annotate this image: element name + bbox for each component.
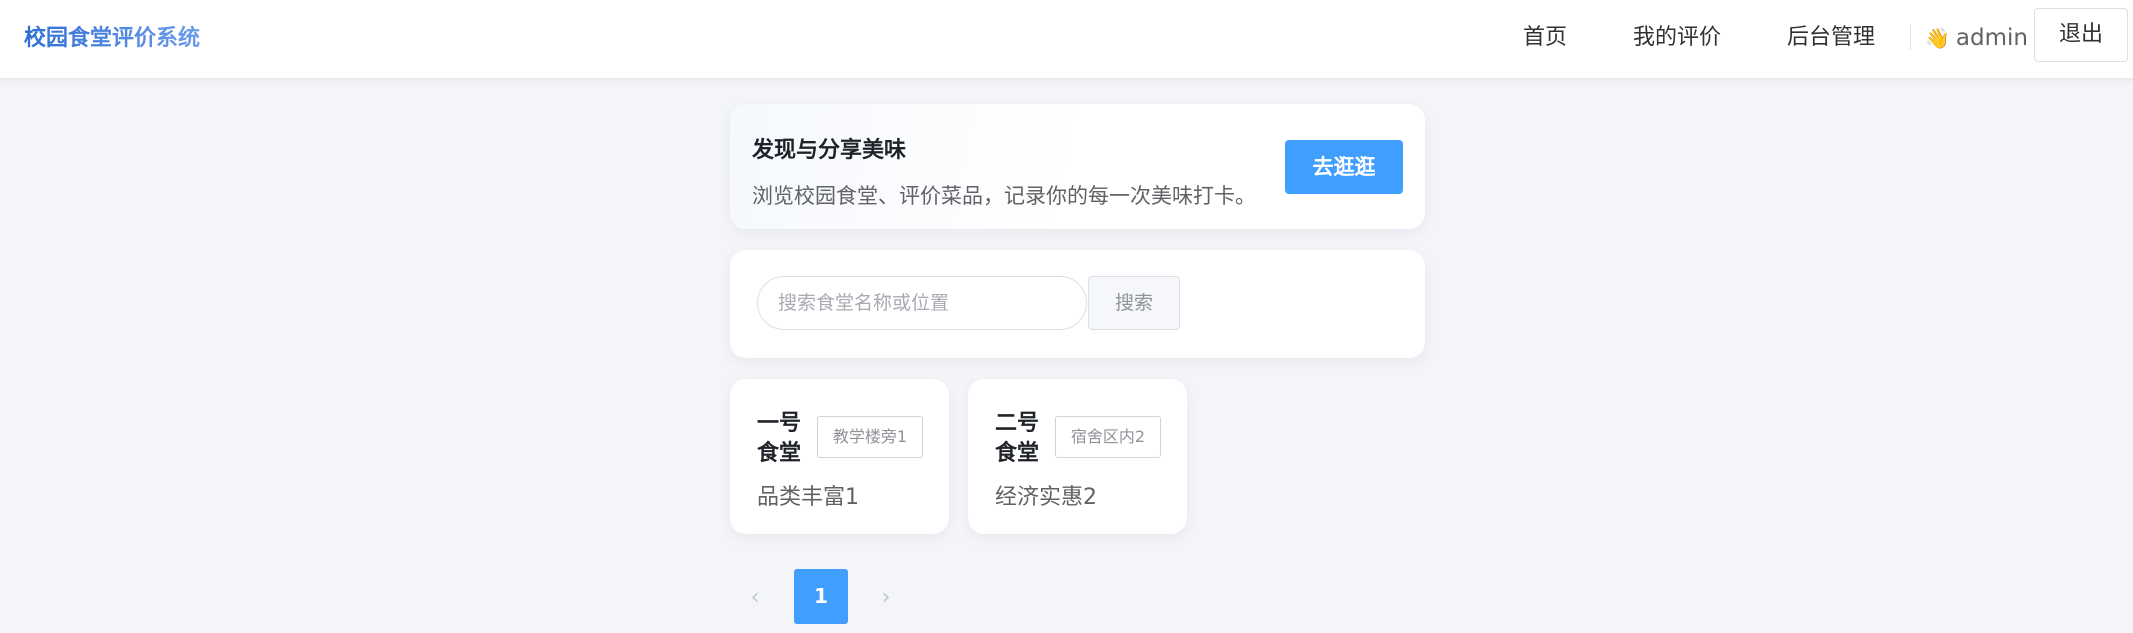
nav-admin[interactable]: 后台管理 <box>1787 18 1875 58</box>
username: admin <box>1955 25 2028 51</box>
nav-my-reviews[interactable]: 我的评价 <box>1633 18 1721 58</box>
hero-card: 发现与分享美味 浏览校园食堂、评价菜品，记录你的每一次美味打卡。 去逛逛 <box>730 104 1425 229</box>
waving-hand-icon: 👋 <box>1925 26 1950 50</box>
search-input[interactable]: 搜索食堂名称或位置 <box>757 276 1087 330</box>
canteen-description: 经济实惠2 <box>995 485 1097 510</box>
canteen-name: 二号食堂 <box>995 411 1040 466</box>
search-button[interactable]: 搜索 <box>1088 276 1180 330</box>
chevron-left-icon[interactable]: ‹ <box>740 583 770 613</box>
canteen-description: 品类丰富1 <box>757 485 859 510</box>
chevron-right-icon[interactable]: › <box>871 583 901 613</box>
hero-title: 发现与分享美味 <box>752 138 907 163</box>
pagination-page-1[interactable]: 1 <box>794 569 848 624</box>
top-navbar: 校园食堂评价系统 首页 我的评价 后台管理 👋 admin 退出 <box>0 0 2133 79</box>
user-info: 👋 admin <box>1925 18 2028 58</box>
explore-button[interactable]: 去逛逛 <box>1285 140 1403 194</box>
canteen-card[interactable]: 一号食堂 教学楼旁1 品类丰富1 <box>730 379 949 534</box>
search-card: 搜索食堂名称或位置 搜索 <box>730 250 1425 358</box>
app-title[interactable]: 校园食堂评价系统 <box>24 22 200 56</box>
canteen-location-tag: 宿舍区内2 <box>1055 416 1161 458</box>
canteen-name: 一号食堂 <box>757 411 802 466</box>
nav-divider <box>1910 24 1911 50</box>
nav-home[interactable]: 首页 <box>1523 18 1567 58</box>
canteen-card[interactable]: 二号食堂 宿舍区内2 经济实惠2 <box>968 379 1187 534</box>
canteen-location-tag: 教学楼旁1 <box>817 416 923 458</box>
logout-button[interactable]: 退出 <box>2034 8 2128 62</box>
hero-description: 浏览校园食堂、评价菜品，记录你的每一次美味打卡。 <box>752 184 1256 208</box>
